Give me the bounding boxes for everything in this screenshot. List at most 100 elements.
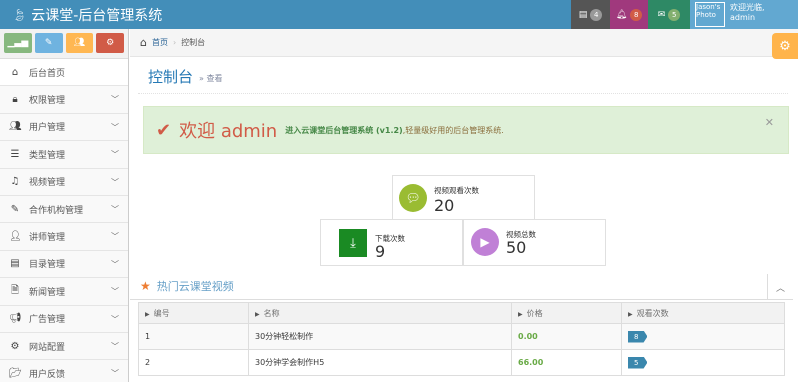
column-header-name[interactable]: ▶ 名称 — [248, 302, 512, 324]
home-icon: ⌂ — [140, 36, 147, 49]
brand-title: 云课堂-后台管理系统 — [31, 8, 163, 24]
user-name: admin — [730, 13, 756, 22]
sidebar-item-label: 后台首页 — [29, 68, 66, 79]
welcome-desc-rest: ,轻量级好用的后台管理系统. — [402, 125, 504, 135]
sidebar-item[interactable]: ☰ 类型管理 ﹀ — [0, 141, 128, 169]
column-header-label: 观看次数 — [636, 308, 669, 318]
music-icon: ♫ — [10, 176, 20, 188]
chevron-down-icon: ﹀ — [111, 95, 119, 105]
bell-icon: 🔔︎ — [615, 9, 628, 20]
cell-name: 30分钟学会制作H5 — [248, 349, 512, 376]
list-alt-icon: ▤ — [10, 258, 20, 270]
stat-views: 💬︎ 视频观看次数 20 — [392, 175, 535, 222]
sidebar-item-label: 视频管理 — [29, 178, 66, 189]
sidebar-item[interactable]: ⌂ 后台首页 — [0, 59, 128, 87]
pencil-icon: ✎ — [44, 38, 53, 48]
chevron-up-icon: ︿ — [775, 283, 785, 294]
chevron-down-icon: ﹀ — [111, 314, 119, 324]
cell-views: 5 — [621, 349, 785, 376]
user-info: 欢迎光临, admin — [730, 3, 765, 23]
chevron-down-icon: ﹀ — [111, 341, 119, 351]
comments-icon: 💬︎ — [399, 184, 427, 212]
file-icon: 🗎︎ — [10, 284, 20, 296]
messages-badge: 5 — [668, 8, 681, 21]
sidebar-item[interactable]: 📢︎ 广告管理 ﹀ — [0, 305, 128, 333]
sidebar-item-label: 用户管理 — [29, 123, 66, 134]
page-title: 控制台 — [148, 68, 194, 86]
brand[interactable]: 🍃︎ 云课堂-后台管理系统 — [12, 5, 162, 25]
shortcut-pencil-button[interactable]: ✎ — [34, 33, 63, 53]
chevron-down-icon: ﹀ — [111, 259, 119, 269]
sidebar-item-label: 网站配置 — [29, 342, 66, 353]
shortcut-cogs-button[interactable]: ⚙ — [96, 33, 124, 53]
sidebar-item-label: 广告管理 — [29, 315, 66, 326]
caret-right-icon: ▶ — [628, 310, 633, 318]
notifications-button[interactable]: 🔔︎ 8 — [610, 0, 648, 29]
collapse-button[interactable]: ︿ — [767, 274, 793, 300]
chevron-down-icon: ﹀ — [111, 177, 119, 187]
star-icon: ★ — [140, 278, 151, 293]
column-header-price[interactable]: ▶ 价格 — [511, 302, 622, 324]
top-navbar: 🍃︎ 云课堂-后台管理系统 ▤ 4 🔔︎ 8 ✉ 5 Jason's Photo… — [0, 0, 798, 29]
chevron-down-icon: ﹀ — [111, 150, 119, 160]
check-icon: ✔ — [156, 119, 172, 141]
stat-views-value: 20 — [434, 196, 455, 215]
column-header-id[interactable]: ▶ 编号 — [138, 302, 249, 324]
column-header-label: 价格 — [526, 308, 543, 318]
messages-button[interactable]: ✉ 5 — [648, 0, 690, 29]
sidebar-item[interactable]: ✎ 合作机构管理 ﹀ — [0, 195, 128, 224]
caret-right-icon: ▶ — [255, 310, 260, 318]
cell-price: 66.00 — [511, 349, 622, 376]
avatar: Jason's Photo — [695, 2, 725, 27]
group-icon: 👥︎ — [73, 38, 86, 48]
sidebar-item[interactable]: 📂︎ 用户反馈 ﹀ — [0, 360, 128, 382]
chevron-down-icon: ﹀ — [111, 204, 119, 214]
cell-id: 1 — [138, 323, 249, 350]
tasks-button[interactable]: ▤ 4 — [571, 0, 610, 29]
breadcrumb-home-link[interactable]: 首页 — [152, 37, 168, 48]
sidebar-menu: ⌂ 后台首页 🔒︎ 权限管理 ﹀ 👥︎ 用户管理 ﹀ ☰ 类型管理 ﹀ ♫ 视频管理 ﹀ ✎ 合作机构管理 ﹀ 👤… — [0, 59, 128, 382]
column-header-label: 名称 — [263, 308, 280, 318]
views-tag: 8 — [628, 330, 648, 343]
shortcut-group-button[interactable]: 👥︎ — [65, 33, 94, 53]
video-camera-icon: ▶ — [471, 228, 499, 256]
sidebar-item[interactable]: ▤ 目录管理 ﹀ — [0, 250, 128, 279]
sidebar-item[interactable]: ⚙ 网站配置 ﹀ — [0, 332, 128, 361]
column-header-views[interactable]: ▶ 观看次数 — [621, 302, 785, 324]
stat-views-label: 视频观看次数 — [434, 186, 479, 195]
page-subtitle: » 查看 — [199, 73, 223, 83]
settings-button[interactable]: ⚙ — [772, 33, 798, 59]
welcome-text: 欢迎 admin — [179, 121, 278, 142]
stat-downloads: ⤓ 下载次数 9 — [320, 219, 463, 266]
widget-title: 热门云课堂视频 — [156, 279, 234, 293]
home-icon: ⌂ — [11, 66, 19, 78]
cogs-icon: ⚙ — [10, 340, 20, 352]
table-row: 2 30分钟学会制作H5 66.00 5 — [138, 349, 785, 376]
user-icon: 👤︎ — [9, 231, 22, 243]
chevron-down-icon: ﹀ — [111, 122, 119, 132]
sidebar-item-label: 讲师管理 — [29, 233, 66, 244]
sidebar-item[interactable]: ♫ 视频管理 ﹀ — [0, 168, 128, 196]
gear-icon: ⚙ — [779, 38, 791, 54]
sidebar-item[interactable]: 👥︎ 用户管理 ﹀ — [0, 113, 128, 142]
hot-videos-table: ▶ 编号 ▶ 名称 ▶ 价格 ▶ 观看次数 1 30分钟轻松制作 0.00 8 2 30… — [138, 302, 785, 376]
sidebar-item[interactable]: 👤︎ 讲师管理 ﹀ — [0, 223, 128, 251]
cell-views: 8 — [621, 323, 785, 350]
leaf-icon: 🍃︎ — [12, 8, 28, 22]
user-menu[interactable]: Jason's Photo 欢迎光临, admin — [690, 0, 798, 29]
caret-right-icon: ▶ — [518, 310, 523, 318]
sidebar-item[interactable]: 🔒︎ 权限管理 ﹀ — [0, 86, 128, 114]
shortcut-chart-button[interactable]: ▁▃▅ — [4, 33, 32, 53]
edit-icon: ✎ — [10, 203, 20, 215]
chevron-down-icon: ﹀ — [111, 232, 119, 242]
sidebar-item-label: 目录管理 — [29, 260, 66, 271]
sidebar: ▁▃▅ ✎ 👥︎ ⚙ ⌂ 后台首页 🔒︎ 权限管理 ﹀ 👥︎ 用户管理 ﹀ ☰ 类型管理 ﹀ ♫ 视频管… — [0, 29, 129, 382]
sidebar-item-label: 合作机构管理 — [29, 205, 84, 216]
close-icon[interactable]: ✕ — [765, 116, 774, 129]
envelope-icon: ✉ — [657, 9, 666, 20]
sidebar-item[interactable]: 🗎︎ 新闻管理 ﹀ — [0, 278, 128, 306]
page-header: 控制台 » 查看 — [138, 60, 788, 94]
views-tag: 5 — [628, 356, 648, 369]
cell-id: 2 — [138, 349, 249, 376]
hot-videos-widget: ★ 热门云课堂视频 ︿ ▶ 编号 ▶ 名称 ▶ 价格 ▶ 观看次数 1 30分钟轻松制作… — [130, 272, 793, 382]
